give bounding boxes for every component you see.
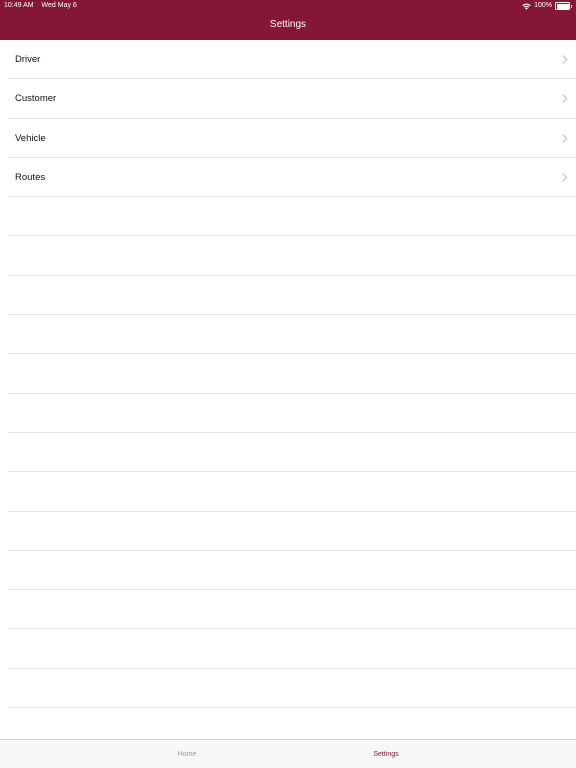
tab-settings[interactable]: Settings bbox=[326, 740, 446, 768]
status-left: 10:49 AM Wed May 6 bbox=[4, 0, 83, 12]
settings-row-label: Customer bbox=[15, 93, 57, 105]
empty-row bbox=[8, 512, 576, 551]
settings-row-routes[interactable]: Routes bbox=[8, 158, 576, 198]
status-time: 10:49 AM bbox=[4, 2, 34, 9]
status-date: Wed May 6 bbox=[41, 2, 77, 9]
chevron-right-icon bbox=[562, 133, 568, 143]
settings-row-label: Vehicle bbox=[15, 132, 46, 144]
empty-row bbox=[8, 669, 576, 709]
empty-row bbox=[8, 629, 576, 669]
settings-list: Driver Customer Vehicle Routes bbox=[0, 40, 576, 748]
empty-row bbox=[8, 197, 576, 237]
tab-bar: Home Settings bbox=[0, 739, 576, 768]
empty-row bbox=[8, 590, 576, 630]
empty-row bbox=[8, 315, 576, 355]
settings-row-label: Routes bbox=[15, 171, 46, 183]
settings-screen: 10:49 AM Wed May 6 100% Settings Driver … bbox=[0, 0, 576, 768]
settings-row-driver[interactable]: Driver bbox=[8, 40, 576, 80]
wifi-icon bbox=[522, 3, 531, 10]
settings-row-customer[interactable]: Customer bbox=[8, 79, 576, 119]
empty-row bbox=[8, 394, 576, 433]
chevron-right-icon bbox=[562, 55, 568, 64]
battery-icon bbox=[555, 2, 572, 10]
chevron-right-icon bbox=[562, 94, 568, 104]
empty-row bbox=[8, 276, 576, 316]
page-title: Settings bbox=[269, 19, 307, 30]
battery-percentage: 100% bbox=[534, 2, 552, 9]
empty-row bbox=[8, 236, 576, 276]
empty-rows bbox=[0, 197, 576, 748]
status-bar: 10:49 AM Wed May 6 100% bbox=[0, 0, 576, 12]
tab-home[interactable]: Home bbox=[127, 740, 247, 768]
empty-row bbox=[8, 354, 576, 394]
empty-row bbox=[8, 551, 576, 591]
settings-row-label: Driver bbox=[15, 54, 41, 65]
empty-row bbox=[8, 433, 576, 473]
chevron-right-icon bbox=[562, 173, 568, 182]
status-right: 100% bbox=[522, 0, 572, 12]
empty-row bbox=[8, 472, 576, 512]
settings-row-vehicle[interactable]: Vehicle bbox=[8, 119, 576, 158]
navigation-header: 10:49 AM Wed May 6 100% Settings bbox=[0, 0, 576, 40]
